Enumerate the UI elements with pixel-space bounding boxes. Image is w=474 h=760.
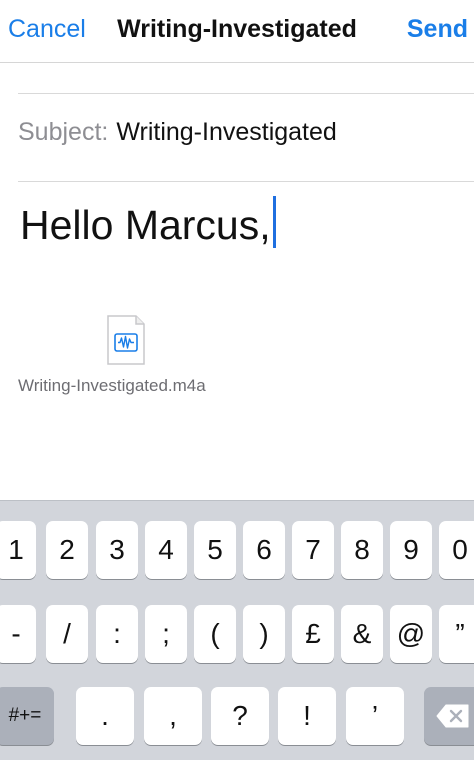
key-comma[interactable]: , [144, 687, 202, 745]
attachment[interactable]: Writing-Investigated.m4a [18, 314, 258, 404]
key-semicolon[interactable]: ; [145, 605, 187, 663]
key-6[interactable]: 6 [243, 521, 285, 579]
text-caret [272, 196, 276, 248]
key-more-symbols[interactable]: #+= [0, 687, 54, 745]
key-hyphen[interactable]: - [0, 605, 36, 663]
backspace-key[interactable] [424, 687, 474, 745]
key-9[interactable]: 9 [390, 521, 432, 579]
key-question[interactable]: ? [211, 687, 269, 745]
navigation-bar: Cancel Writing-Investigated Send [0, 0, 474, 63]
key-colon[interactable]: : [96, 605, 138, 663]
key-3[interactable]: 3 [96, 521, 138, 579]
message-body[interactable]: Hello Marcus, [20, 196, 276, 249]
key-8[interactable]: 8 [341, 521, 383, 579]
subject-divider [18, 181, 474, 182]
mail-compose-screen: Cancel Writing-Investigated Send Subject… [0, 0, 474, 760]
key-1[interactable]: 1 [0, 521, 36, 579]
subject-field[interactable]: Subject: Writing-Investigated [18, 118, 474, 154]
backspace-icon [436, 704, 469, 728]
key-0[interactable]: 0 [439, 521, 474, 579]
audio-file-icon [107, 315, 145, 365]
key-close-paren[interactable]: ) [243, 605, 285, 663]
compose-title: Writing-Investigated [117, 15, 357, 43]
key-period[interactable]: . [76, 687, 134, 745]
key-ampersand[interactable]: & [341, 605, 383, 663]
keyboard: 1 2 3 4 5 6 7 8 9 0 - / : ; ( ) £ & @ ” … [0, 500, 474, 760]
key-quote[interactable]: ” [439, 605, 474, 663]
subject-input[interactable]: Writing-Investigated [116, 118, 336, 146]
key-4[interactable]: 4 [145, 521, 187, 579]
key-5[interactable]: 5 [194, 521, 236, 579]
key-slash[interactable]: / [46, 605, 88, 663]
key-pound[interactable]: £ [292, 605, 334, 663]
key-apostrophe[interactable]: ’ [346, 687, 404, 745]
send-button[interactable]: Send [407, 15, 468, 44]
message-body-text: Hello Marcus, [20, 202, 271, 248]
attachment-filename: Writing-Investigated.m4a [18, 376, 206, 395]
key-open-paren[interactable]: ( [194, 605, 236, 663]
key-exclamation[interactable]: ! [278, 687, 336, 745]
field-divider [18, 93, 474, 94]
key-2[interactable]: 2 [46, 521, 88, 579]
subject-label: Subject: [18, 118, 109, 146]
key-7[interactable]: 7 [292, 521, 334, 579]
key-at[interactable]: @ [390, 605, 432, 663]
